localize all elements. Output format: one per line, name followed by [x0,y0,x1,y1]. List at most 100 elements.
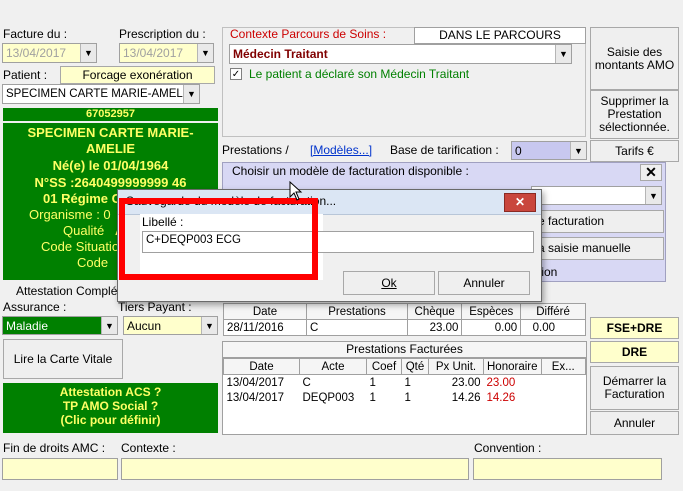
chevron-down-icon[interactable]: ▼ [570,142,586,159]
facturees-header: Date Acte Coef Qté Px Unit. Honoraire Ex… [223,358,586,375]
chevron-down-icon[interactable]: ▼ [201,317,217,334]
close-icon[interactable]: ✕ [504,193,536,212]
patient-card-birth: Né(e) le 01/04/1964 [52,158,169,173]
prescription-date-field[interactable]: 13/04/2017 ▼ [119,43,214,63]
table-row[interactable]: 13/04/2017 DEQP003 1 1 14.26 14.26 [224,390,586,405]
facture-date-field[interactable]: 13/04/2017 ▼ [2,43,97,63]
close-icon[interactable]: ✕ [640,164,662,181]
ok-label: Ok [381,275,397,290]
column-header: Date [223,303,307,320]
column-header: Espèces [461,303,522,320]
modele-select[interactable]: ▼ [531,186,662,205]
table-cell: 23.00 [451,376,481,389]
table-cell: 0.00 [461,319,522,336]
column-header: Honoraire [483,358,542,375]
chevron-down-icon[interactable]: ▼ [183,85,199,103]
highlight-box [119,198,318,280]
patient-card-name: SPECIMEN CARTE MARIE-AMELIE [27,125,194,156]
acs-button[interactable]: Attestation ACS ? TP AMO Social ? (Clic … [3,383,218,433]
modele-facturation-button[interactable]: e facturation [531,210,664,233]
contexte-field[interactable] [121,458,469,480]
annuler-button[interactable]: Annuler [590,411,679,435]
table-cell: 1 [369,376,376,389]
chevron-down-icon[interactable]: ▼ [555,45,571,63]
chevron-down-icon[interactable]: ▼ [80,44,96,62]
table-cell: 14.26 [486,391,516,404]
assurance-select[interactable]: Maladie ▼ [2,316,118,335]
tiers-payant-select-value: Aucun [127,319,162,333]
acs-line2: TP AMO Social ? [62,399,159,413]
column-header: Px Unit. [428,358,484,375]
attestation-label: Attestation Complém [16,284,128,298]
column-header: Ex... [540,358,586,375]
demarrer-facturation-button[interactable]: Démarrer la Facturation [590,366,679,410]
table-cell [541,375,586,391]
tiers-payant-label: Tiers Payant : [118,300,192,314]
base-tarification-label: Base de tarification : [390,143,499,157]
column-header: Acte [299,358,367,375]
column-header: Coef [366,358,402,375]
facture-date-value: 13/04/2017 [6,46,67,60]
convention-label: Convention : [474,441,542,455]
contexte-title: Contexte Parcours de Soins : [230,27,387,41]
patient-select-value: SPECIMEN CARTE MARIE-AMELIE [6,88,194,100]
facturees-table: Date Acte Coef Qté Px Unit. Honoraire Ex… [223,358,586,405]
acs-line3: (Clic pour définir) [60,413,161,427]
chevron-down-icon[interactable]: ▼ [197,44,213,62]
base-tarification-value: 0 [515,144,522,158]
table-row[interactable]: 28/11/2016 C 23.00 0.00 0.00 [223,319,586,336]
prescription-label: Prescription du : [119,27,206,41]
prescription-date-value: 13/04/2017 [123,46,184,60]
fse-dre-button[interactable]: FSE+DRE [590,317,679,339]
declared-text: Le patient a déclaré son Médecin Traitan… [249,67,470,81]
chevron-down-icon[interactable]: ▼ [101,317,117,334]
saisie-montants-button[interactable]: Saisie des montants AMO [590,27,679,90]
column-header: Chèque [406,303,463,320]
table-cell: 13/04/2017 [226,376,285,389]
acs-line1: Attestation ACS ? [59,385,162,399]
table-cell: C [302,376,311,389]
forcage-exoneration-button[interactable]: Forcage exonération [60,66,215,84]
supprimer-prestation-button[interactable]: Supprimer la Prestation sélectionnée. [590,90,679,139]
modeles-link[interactable]: [Modèles...] [310,143,372,157]
medecin-select[interactable]: Médecin Traitant ▼ [229,44,572,64]
table-cell: C [306,319,408,336]
chevron-down-icon[interactable]: ▼ [645,187,661,204]
lire-carte-vitale-button[interactable]: Lire la Carte Vitale [3,339,123,379]
dre-button[interactable]: DRE [590,341,679,363]
table-cell: 14.26 [451,391,481,404]
fin-droits-field[interactable] [2,458,118,480]
facture-label: Facture du : [3,27,68,41]
column-header: Prestations [306,303,408,320]
table-cell: 23.00 [406,319,463,336]
assurance-label: Assurance : [3,300,67,314]
tiers-payant-select[interactable]: Aucun ▼ [123,316,218,335]
paid-table-header: Date Prestations Chèque Espèces Différé [223,303,586,320]
table-cell: 1 [404,391,411,404]
declared-checkbox[interactable]: ✓ [230,68,242,80]
medecin-select-value: Médecin Traitant [233,47,328,61]
table-row[interactable]: 13/04/2017 C 1 1 23.00 23.00 [224,375,586,391]
convention-field[interactable] [473,458,662,480]
paid-table: Date Prestations Chèque Espèces Différé … [223,303,586,336]
table-cell [541,390,586,405]
column-header: Différé [520,303,586,320]
dialog-annuler-button[interactable]: Annuler [438,271,530,295]
tarifs-button[interactable]: Tarifs € [590,140,679,162]
patient-label: Patient : [3,68,48,82]
dialog-annuler-label: Annuler [463,275,505,290]
contexte-label: Contexte : [121,441,176,455]
table-cell: 13/04/2017 [226,391,285,404]
table-cell: 1 [369,391,376,404]
patient-card-number: 67052957 [3,108,218,123]
table-cell: DEQP003 [302,391,355,404]
base-tarification-select[interactable]: 0 ▼ [511,141,587,160]
patient-select[interactable]: SPECIMEN CARTE MARIE-AMELIE ▼ [2,84,200,104]
saisie-manuelle-button[interactable]: a saisie manuelle [531,237,664,260]
table-cell: 28/11/2016 [223,319,307,336]
table-cell: 1 [404,376,411,389]
ok-button[interactable]: Ok [343,271,435,295]
column-header: Qté [401,358,429,375]
fin-droits-label: Fin de droits AMC : [3,441,106,455]
facturees-title: Prestations Facturées [223,342,586,358]
